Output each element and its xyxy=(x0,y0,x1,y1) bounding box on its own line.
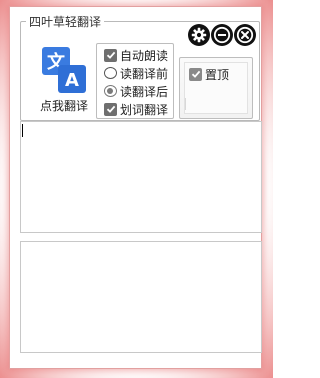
result-textarea[interactable] xyxy=(20,241,262,353)
read-after-radio[interactable]: 读翻译后 xyxy=(104,83,168,99)
options-panel: 自动朗读 读翻译前 读翻译后 划词翻译 xyxy=(96,43,174,119)
read-before-radio[interactable]: 读翻译前 xyxy=(104,65,168,81)
auto-read-label: 自动朗读 xyxy=(120,48,169,63)
pin-checkbox[interactable]: 置顶 xyxy=(189,66,229,82)
translate-button[interactable]: 文 A xyxy=(40,45,88,97)
pin-divider xyxy=(185,98,186,110)
auto-read-checkbox[interactable]: 自动朗读 xyxy=(104,47,168,63)
app-window: 四叶草轻翻译 文 A 点我翻译 自动朗读 读翻译前 读翻译后 划词翻译 置顶 xyxy=(9,6,262,369)
source-textarea[interactable] xyxy=(20,121,262,233)
checkmark-icon xyxy=(104,102,117,116)
checkmark-icon xyxy=(104,48,117,62)
select-translate-label: 划词翻译 xyxy=(120,102,169,117)
gear-icon xyxy=(191,27,207,43)
read-after-label: 读翻译后 xyxy=(120,84,169,99)
translate-caption[interactable]: 点我翻译 xyxy=(40,99,88,113)
settings-button[interactable] xyxy=(188,24,210,46)
minus-circle-icon xyxy=(213,26,231,44)
pin-panel: 置顶 xyxy=(179,57,253,119)
group-title: 四叶草轻翻译 xyxy=(26,15,105,29)
translate-icon: 文 A xyxy=(42,47,86,93)
window-controls xyxy=(188,24,256,46)
read-before-label: 读翻译前 xyxy=(120,66,169,81)
minimize-button[interactable] xyxy=(211,24,233,46)
radio-on-icon xyxy=(104,85,117,97)
svg-text:A: A xyxy=(65,70,79,91)
select-translate-checkbox[interactable]: 划词翻译 xyxy=(104,101,168,117)
text-caret xyxy=(22,124,23,137)
radio-off-icon xyxy=(104,67,117,79)
pin-label: 置顶 xyxy=(205,67,230,82)
close-circle-icon xyxy=(236,26,254,44)
checkmark-icon xyxy=(189,67,202,81)
close-button[interactable] xyxy=(234,24,256,46)
